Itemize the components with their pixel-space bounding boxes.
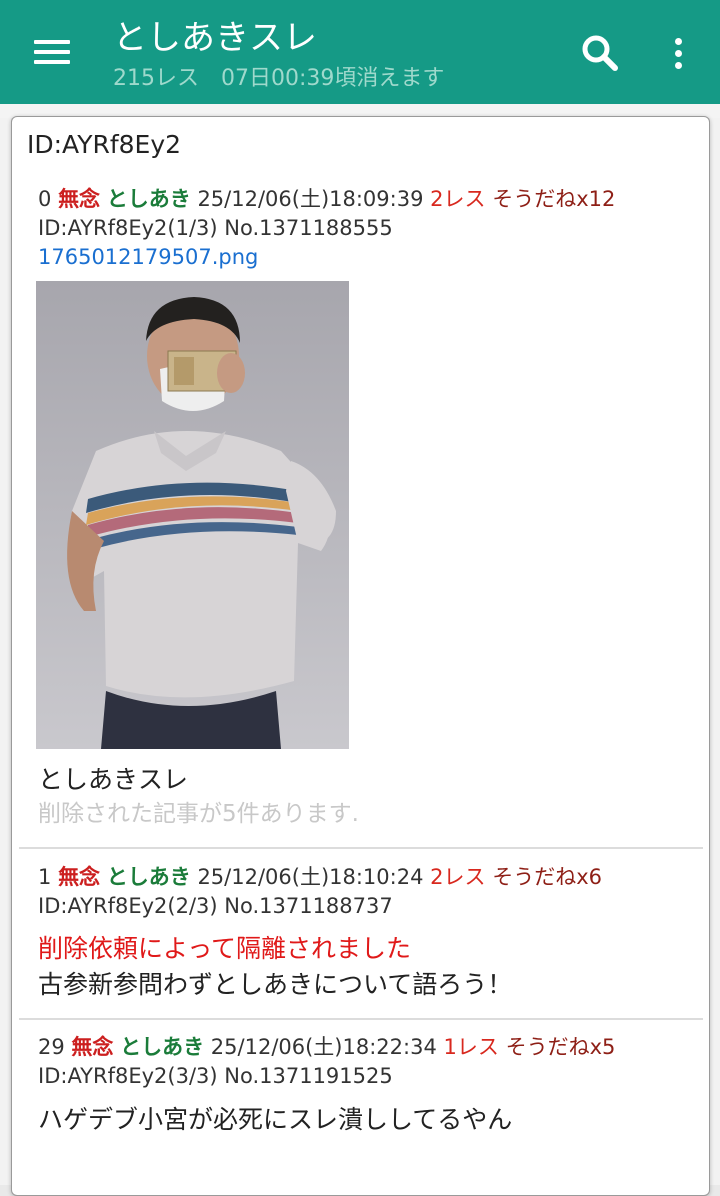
thread-title: としあきスレ <box>113 18 317 58</box>
post-status: 無念 <box>58 865 101 889</box>
post-image-graphic <box>36 281 349 749</box>
soudane-button[interactable]: そうだねx12 <box>492 187 615 211</box>
post-name: としあき <box>106 865 191 889</box>
post-body: ハゲデブ小宮が必死にスレ潰ししてるやん <box>38 1105 513 1134</box>
post-status: 無念 <box>58 187 101 211</box>
menu-icon[interactable] <box>22 30 82 76</box>
post-datetime: 25/12/06(土)18:10:24 <box>197 865 424 889</box>
background-list-right <box>710 118 720 1185</box>
post-divider <box>19 1018 703 1020</box>
post-number: 29 <box>38 1035 65 1059</box>
post-image[interactable] <box>36 281 349 749</box>
app-bar: としあきスレ 215レス 07日00:39頃消えます <box>0 0 720 104</box>
id-popup[interactable]: ID:AYRf8Ey2 0 無念 としあき 25/12/06(土)18:09:3… <box>11 116 710 1196</box>
post-datetime: 25/12/06(土)18:09:39 <box>197 187 424 211</box>
post-id-line: ID:AYRf8Ey2(2/3) No.1371188737 <box>38 894 393 918</box>
post-datetime: 25/12/06(土)18:22:34 <box>210 1035 437 1059</box>
post-body: 古参新参問わずとしあきについて語ろう！ <box>38 970 513 999</box>
more-vert-icon[interactable] <box>660 28 696 78</box>
post-name: としあき <box>106 187 191 211</box>
post-status: 無念 <box>71 1035 114 1059</box>
replies-link[interactable]: 1レス <box>444 1035 499 1059</box>
post-header: 29 無念 としあき 25/12/06(土)18:22:34 1レス そうだねx… <box>38 1033 615 1061</box>
search-icon[interactable] <box>575 28 625 78</box>
post-divider <box>19 847 703 849</box>
post-number: 1 <box>38 865 52 889</box>
isolation-notice: 削除依頼によって隔離されました <box>38 934 412 963</box>
post-id-line: ID:AYRf8Ey2(3/3) No.1371191525 <box>38 1064 393 1088</box>
post-number: 0 <box>38 187 52 211</box>
replies-link[interactable]: 2レス <box>430 187 485 211</box>
popup-title: ID:AYRf8Ey2 <box>27 130 182 159</box>
thread-subtitle: 215レス 07日00:39頃消えます <box>113 66 445 91</box>
post-header: 1 無念 としあき 25/12/06(土)18:10:24 2レス そうだねx6 <box>38 863 602 891</box>
soudane-button[interactable]: そうだねx6 <box>492 865 602 889</box>
background-list-left <box>0 118 11 1185</box>
replies-link[interactable]: 2レス <box>430 865 485 889</box>
deleted-note: 削除された記事が5件あります. <box>38 801 359 827</box>
post-name: としあき <box>120 1035 205 1059</box>
soudane-button[interactable]: そうだねx5 <box>506 1035 616 1059</box>
post-header: 0 無念 としあき 25/12/06(土)18:09:39 2レス そうだねx1… <box>38 185 615 213</box>
post-id-line: ID:AYRf8Ey2(1/3) No.1371188555 <box>38 216 393 240</box>
post-body: としあきスレ <box>38 765 189 794</box>
file-link[interactable]: 1765012179507.png <box>38 243 258 271</box>
